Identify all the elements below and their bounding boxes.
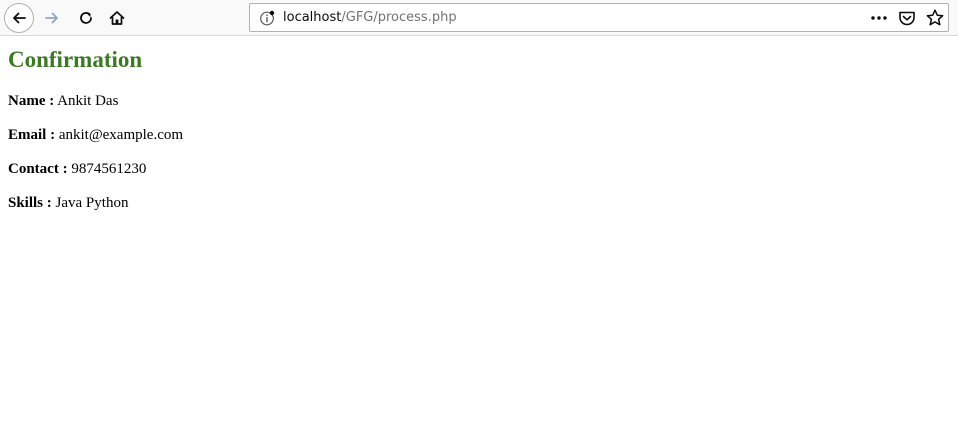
reload-icon [80, 12, 92, 24]
email-value: ankit@example.com [55, 127, 184, 143]
email-label: Email : [8, 127, 56, 143]
home-button[interactable] [104, 5, 130, 31]
name-value: Ankit Das [54, 93, 119, 109]
contact-field: Contact : 9874561230 [8, 160, 948, 178]
home-icon [109, 11, 125, 25]
forward-arrow-icon [45, 12, 58, 24]
back-button[interactable] [4, 3, 34, 33]
name-label: Name : [8, 93, 55, 109]
url-text[interactable]: localhost/GFG/process.php [283, 10, 457, 26]
browser-toolbar: localhost/GFG/process.php [0, 0, 958, 36]
url-path: /GFG/process.php [341, 10, 457, 25]
skills-value: Java Python [51, 195, 129, 211]
more-dots-icon[interactable] [868, 9, 890, 27]
page-content: Confirmation Name : Ankit Das Email : an… [8, 36, 948, 212]
contact-label: Contact : [8, 161, 68, 177]
pocket-icon[interactable] [897, 9, 917, 27]
skills-label: Skills : [8, 195, 52, 211]
page-title: Confirmation [8, 47, 143, 72]
address-bar[interactable]: localhost/GFG/process.php [249, 3, 949, 32]
contact-value: 9874561230 [67, 161, 147, 177]
skills-field: Skills : Java Python [8, 194, 948, 212]
name-field: Name : Ankit Das [8, 92, 948, 110]
forward-button[interactable] [39, 5, 65, 31]
reload-button[interactable] [73, 5, 99, 31]
back-arrow-icon [13, 12, 26, 24]
star-icon[interactable] [925, 8, 945, 28]
url-host: localhost [283, 10, 342, 25]
info-icon[interactable] [259, 10, 275, 26]
email-field: Email : ankit@example.com [8, 126, 948, 144]
